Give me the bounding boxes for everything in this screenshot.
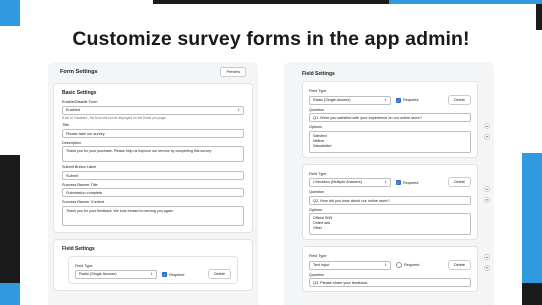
field-card-wrapper: Field Type Checkbox (Multiple Answers) ⇕… [284,163,494,240]
required-checkbox[interactable]: ✓ Required [396,180,418,185]
enable-form-value: Enabled [66,107,80,112]
checkmark-icon: ✓ [162,272,167,277]
corner-decoration-top-left [0,0,20,26]
basic-settings-title: Basic Settings [62,90,97,96]
move-up-icon[interactable]: ▲ [484,254,490,260]
field-settings-panel-title: Field Settings [302,71,335,77]
page-headline: Customize survey forms in the app admin! [72,28,470,50]
enable-form-label: Enable/Disable Form [62,100,98,104]
enable-form-select[interactable]: Enabled ⇕ [62,105,244,115]
banner-content-textarea[interactable]: Thank you for your feedback. We look for… [62,205,244,226]
field-card-wrapper: Field Type Text input ⇕ Required Delete … [284,246,494,292]
title-label: Title [62,123,70,127]
form-settings-panel: Form Settings Preview Basic Settings Ena… [48,62,258,305]
reorder-controls: ▲ ▼ [484,254,490,271]
options-label: Options [309,125,323,129]
delete-button[interactable]: Delete [208,269,231,279]
options-value: Satisfied Neither Dissatisfied [313,133,332,148]
question-label: Question [309,190,325,194]
corner-decoration-top-right-dark-edge [536,0,542,30]
description-value: Thank you for your purchase. Please help… [66,149,212,153]
move-down-icon[interactable]: ▼ [484,196,490,203]
field-card: Field Type Checkbox (Multiple Answers) ⇕… [302,163,478,240]
banner-content-value: Thank you for your feedback. We look for… [66,208,174,213]
form-settings-header: Form Settings Preview [48,62,258,83]
field-type-row: Radio (Single Answer) ⇕ ✓ Required Delet… [75,269,231,279]
description-label: Description [62,140,81,145]
enable-form-help: If set to 'Disabled', the form will not … [62,116,167,120]
field-settings-header: Field Settings [284,62,494,81]
field-type-select[interactable]: Radio (Single Answer) ⇕ [309,95,391,105]
field-settings-title: Field Settings [62,245,95,252]
select-chevron-icon: ⇕ [237,107,240,112]
submit-label-label: Submit Button Label [62,165,97,169]
select-chevron-icon: ⇕ [384,262,387,267]
options-textarea[interactable]: Satisfied Neither Dissatisfied [309,130,471,153]
question-input[interactable]: Q3. Please share your feedback. [309,278,471,287]
field-type-label: Field Type [309,89,327,93]
preview-button[interactable]: Preview [220,67,246,77]
field-type-label: Field Type [309,171,327,176]
field-card-wrapper: Field Type Radio (Single Answer) ⇕ ✓ Req… [284,81,494,158]
field-type-row: Radio (Single Answer) ⇕ ✓ Required Delet… [309,94,471,105]
form-settings-title: Form Settings [60,69,98,75]
field-type-label: Field Type [75,263,93,268]
options-label: Options [309,207,323,212]
required-checkbox[interactable]: Required [396,261,420,268]
banner-title-input[interactable]: Submission complete [62,188,244,197]
required-label: Required [403,98,419,102]
unchecked-circle-icon [396,261,402,268]
field-type-row: Checkbox (Multiple Answers) ⇕ ✓ Required… [309,177,471,187]
select-chevron-icon: ⇕ [150,272,153,277]
basic-settings-card: Basic Settings Enable/Disable Form Enabl… [53,83,253,233]
move-down-icon[interactable]: ▼ [484,134,490,140]
field-type-value: Text input [313,262,330,267]
field-settings-card: Field Settings Field Type Radio (Single … [53,238,253,291]
question-label: Question [309,107,325,112]
move-up-icon[interactable]: ▲ [484,123,490,129]
required-label: Required [169,272,185,277]
field-type-label: Field Type [309,254,327,258]
corner-decoration-bottom-right-dark [522,283,542,305]
field-type-row: Text input ⇕ Required Delete [309,259,471,270]
field-type-select[interactable]: Checkbox (Multiple Answers) ⇕ [309,178,391,187]
description-textarea[interactable]: Thank you for your purchase. Please help… [62,146,244,162]
select-chevron-icon: ⇕ [384,97,387,102]
required-checkbox[interactable]: ✓ Required [396,97,419,103]
field-card: Field Type Radio (Single Answer) ⇕ ✓ Req… [302,81,478,158]
field-item: Field Type Radio (Single Answer) ⇕ ✓ Req… [68,255,238,284]
corner-decoration-bottom-left-blue [0,283,20,305]
checkmark-icon: ✓ [396,180,401,185]
delete-button[interactable]: Delete [448,177,471,187]
question-input[interactable]: Q1. Were you satisfied with your experie… [309,113,471,122]
field-type-select[interactable]: Radio (Single Answer) ⇕ [75,270,157,279]
delete-button[interactable]: Delete [448,94,471,105]
field-card: Field Type Text input ⇕ Required Delete … [302,246,478,292]
field-type-value: Checkbox (Multiple Answers) [313,180,362,185]
options-value: Official SNS Online ads Other [313,216,333,230]
required-checkbox[interactable]: ✓ Required [162,272,184,277]
reorder-controls: ▲ ▼ [484,123,490,140]
options-textarea[interactable]: Official SNS Online ads Other [309,213,471,235]
reorder-controls: ▲ ▼ [484,185,490,203]
field-type-select[interactable]: Text input ⇕ [309,260,391,270]
banner-title-label: Success Banner Title [62,182,98,187]
field-settings-panel: Field Settings Field Type Radio (Single … [284,62,494,305]
checkmark-icon: ✓ [396,97,401,103]
required-label: Required [403,180,419,185]
question-label: Question [309,272,325,277]
field-type-value: Radio (Single Answer) [313,97,351,102]
corner-decoration-top-right [389,0,542,4]
question-input[interactable]: Q2. How did you hear about our online st… [309,195,471,205]
field-type-value: Radio (Single Answer) [79,272,117,277]
move-down-icon[interactable]: ▼ [484,265,490,271]
banner-content-label: Success Banner Content [62,200,105,204]
submit-label-input[interactable]: Submit [62,170,244,180]
delete-button[interactable]: Delete [448,259,471,270]
select-chevron-icon: ⇕ [384,180,387,185]
required-label: Required [404,262,420,267]
title-input[interactable]: Please take our survey [62,128,244,138]
move-up-icon[interactable]: ▲ [484,185,490,192]
